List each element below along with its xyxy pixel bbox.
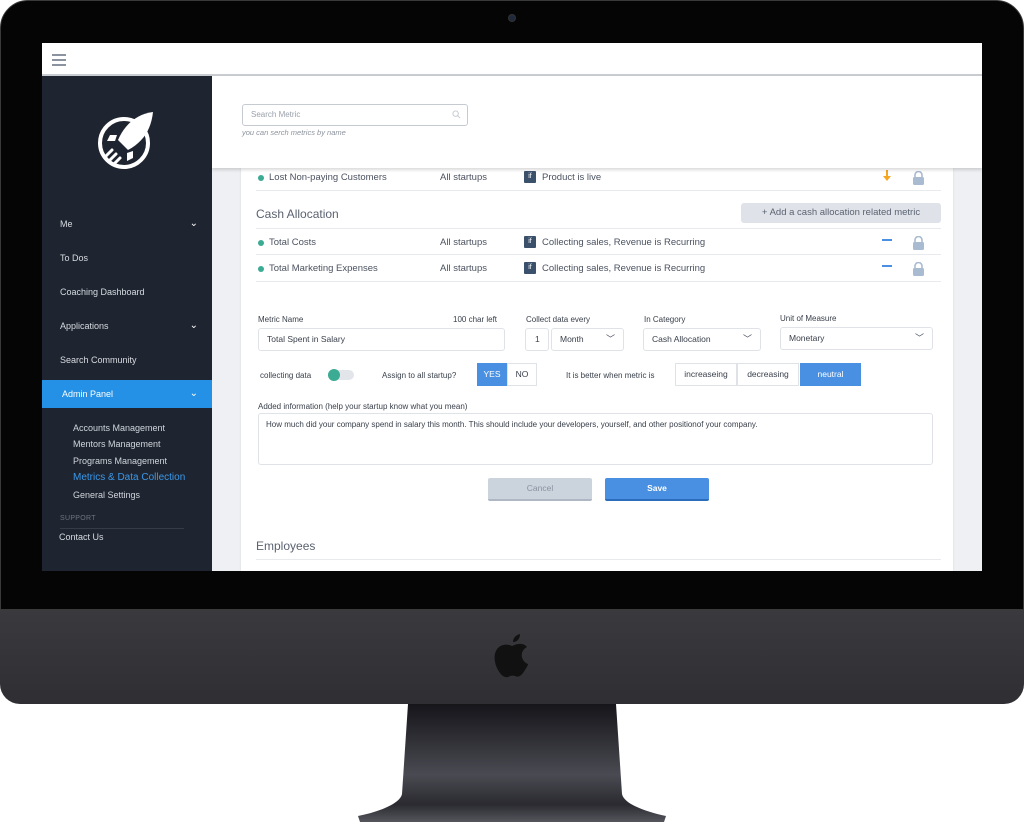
metric-row[interactable]: Total Marketing Expenses All startups if… <box>256 255 941 282</box>
sidebar-subitem-metrics-data-collection[interactable]: Metrics & Data Collection <box>73 472 185 483</box>
chevron-down-icon[interactable]: ⌄ <box>190 380 198 408</box>
metric-scope: All startups <box>440 237 487 248</box>
sidebar: Me ⌄ To Dos Coaching Dashboard Applicati… <box>42 76 212 571</box>
if-badge: if <box>524 171 536 183</box>
metric-name: Lost Non-paying Customers <box>269 172 387 183</box>
lock-icon[interactable] <box>912 171 925 185</box>
sidebar-item-label: Admin Panel <box>62 389 114 399</box>
chevron-down-icon[interactable]: ⌄ <box>190 312 198 340</box>
unit-of-measure-value: Monetary <box>789 333 825 343</box>
metric-name-input[interactable]: Total Spent in Salary <box>258 328 505 351</box>
metric-scope: All startups <box>440 263 487 274</box>
sidebar-item-search-community[interactable]: Search Community <box>42 346 212 374</box>
top-bar <box>42 43 982 76</box>
metric-name: Total Costs <box>269 237 316 248</box>
sidebar-subitem-mentors-management[interactable]: Mentors Management <box>73 439 161 449</box>
status-dot <box>258 266 264 272</box>
char-left-counter: 100 char left <box>453 315 498 324</box>
search-icon[interactable] <box>452 110 461 119</box>
sidebar-subitem-general-settings[interactable]: General Settings <box>73 490 140 500</box>
metric-name-label: Metric Name <box>258 315 304 324</box>
chevron-down-icon: ﹀ <box>605 334 615 344</box>
metric-scope: All startups <box>440 172 487 183</box>
sidebar-item-label: Search Community <box>60 355 137 365</box>
added-info-textarea[interactable]: How much did your company spend in salar… <box>258 413 933 465</box>
better-when-label: It is better when metric is <box>566 371 655 380</box>
neutral-dash-icon <box>882 265 892 267</box>
chevron-down-icon[interactable]: ⌄ <box>190 210 198 238</box>
sidebar-item-label: Applications <box>60 321 109 331</box>
trend-decreasing-button[interactable]: decreasing <box>737 363 799 386</box>
chevron-down-icon: ﹀ <box>742 334 752 344</box>
category-label: In Category <box>644 315 686 324</box>
collect-every-label: Collect data every <box>526 315 591 324</box>
status-dot <box>258 240 264 246</box>
if-badge: if <box>524 262 536 274</box>
arrow-down-icon <box>883 170 891 181</box>
collecting-data-label: collecting data <box>260 371 312 380</box>
added-info-label: Added information (help your startup kno… <box>258 402 468 411</box>
divider <box>60 528 184 529</box>
unit-of-measure-select[interactable]: Monetary ﹀ <box>780 327 933 350</box>
collect-count-input[interactable]: 1 <box>525 328 549 351</box>
rocket-logo-icon <box>98 112 153 169</box>
metric-row[interactable]: Total Costs All startups if Collecting s… <box>256 228 941 255</box>
collecting-data-toggle[interactable] <box>328 369 354 381</box>
search-placeholder: Search Metric <box>251 110 301 119</box>
metric-row[interactable]: Lost Non-paying Customers All startups i… <box>256 164 941 191</box>
collect-period-value: Month <box>560 334 584 344</box>
metric-name: Total Marketing Expenses <box>269 263 378 274</box>
imac-device: Me ⌄ To Dos Coaching Dashboard Applicati… <box>0 0 1024 827</box>
assign-all-label: Assign to all startup? <box>382 371 457 380</box>
sidebar-item-me[interactable]: Me ⌄ <box>42 210 212 238</box>
toggle-knob <box>328 369 340 381</box>
search-input[interactable]: Search Metric <box>242 104 468 126</box>
add-cash-allocation-metric-button[interactable]: + Add a cash allocation related metric <box>741 203 941 223</box>
assign-yes-button[interactable]: YES <box>477 363 507 386</box>
assign-no-button[interactable]: NO <box>507 363 537 386</box>
sidebar-subitem-programs-management[interactable]: Programs Management <box>73 456 167 466</box>
search-header: Search Metric you can serch metrics by n… <box>212 76 982 168</box>
divider <box>256 559 941 560</box>
unit-of-measure-label: Unit of Measure <box>780 314 837 323</box>
sidebar-item-contact-us[interactable]: Contact Us <box>59 532 104 542</box>
metric-condition: Product is live <box>542 172 602 183</box>
app-screen: Me ⌄ To Dos Coaching Dashboard Applicati… <box>42 43 982 571</box>
camera-icon <box>508 14 516 22</box>
sidebar-item-applications[interactable]: Applications ⌄ <box>42 312 212 340</box>
sidebar-item-coaching-dashboard[interactable]: Coaching Dashboard <box>42 278 212 306</box>
if-badge: if <box>524 236 536 248</box>
save-button[interactable]: Save <box>605 478 709 501</box>
status-dot <box>258 175 264 181</box>
neutral-dash-icon <box>882 239 892 241</box>
chevron-down-icon: ﹀ <box>914 333 924 343</box>
sidebar-subitem-accounts-management[interactable]: Accounts Management <box>73 423 165 433</box>
section-title-cash-allocation: Cash Allocation <box>256 207 339 221</box>
search-hint: you can serch metrics by name <box>242 128 346 137</box>
trend-neutral-button[interactable]: neutral <box>800 363 861 386</box>
support-section-label: SUPPORT <box>60 515 96 522</box>
sidebar-item-admin-panel[interactable]: Admin Panel ⌄ <box>42 380 212 408</box>
sidebar-item-label: Me <box>60 219 73 229</box>
metric-condition: Collecting sales, Revenue is Recurring <box>542 237 706 248</box>
collect-period-select[interactable]: Month ﹀ <box>551 328 624 351</box>
apple-logo-icon <box>494 634 528 678</box>
category-select[interactable]: Cash Allocation ﹀ <box>643 328 761 351</box>
monitor-stand <box>358 704 666 822</box>
cancel-button[interactable]: Cancel <box>488 478 592 501</box>
metric-condition: Collecting sales, Revenue is Recurring <box>542 263 706 274</box>
sidebar-item-label: To Dos <box>60 253 89 263</box>
category-value: Cash Allocation <box>652 334 711 344</box>
lock-icon[interactable] <box>912 236 925 250</box>
trend-increasing-button[interactable]: increaseing <box>675 363 737 386</box>
main-content: Search Metric you can serch metrics by n… <box>212 76 982 571</box>
lock-icon[interactable] <box>912 262 925 276</box>
metrics-card: Lost Non-paying Customers All startups i… <box>241 168 953 571</box>
sidebar-item-to-dos[interactable]: To Dos <box>42 244 212 272</box>
section-title-employees: Employees <box>256 539 316 553</box>
sidebar-item-label: Coaching Dashboard <box>60 287 145 297</box>
hamburger-icon[interactable] <box>52 54 66 66</box>
